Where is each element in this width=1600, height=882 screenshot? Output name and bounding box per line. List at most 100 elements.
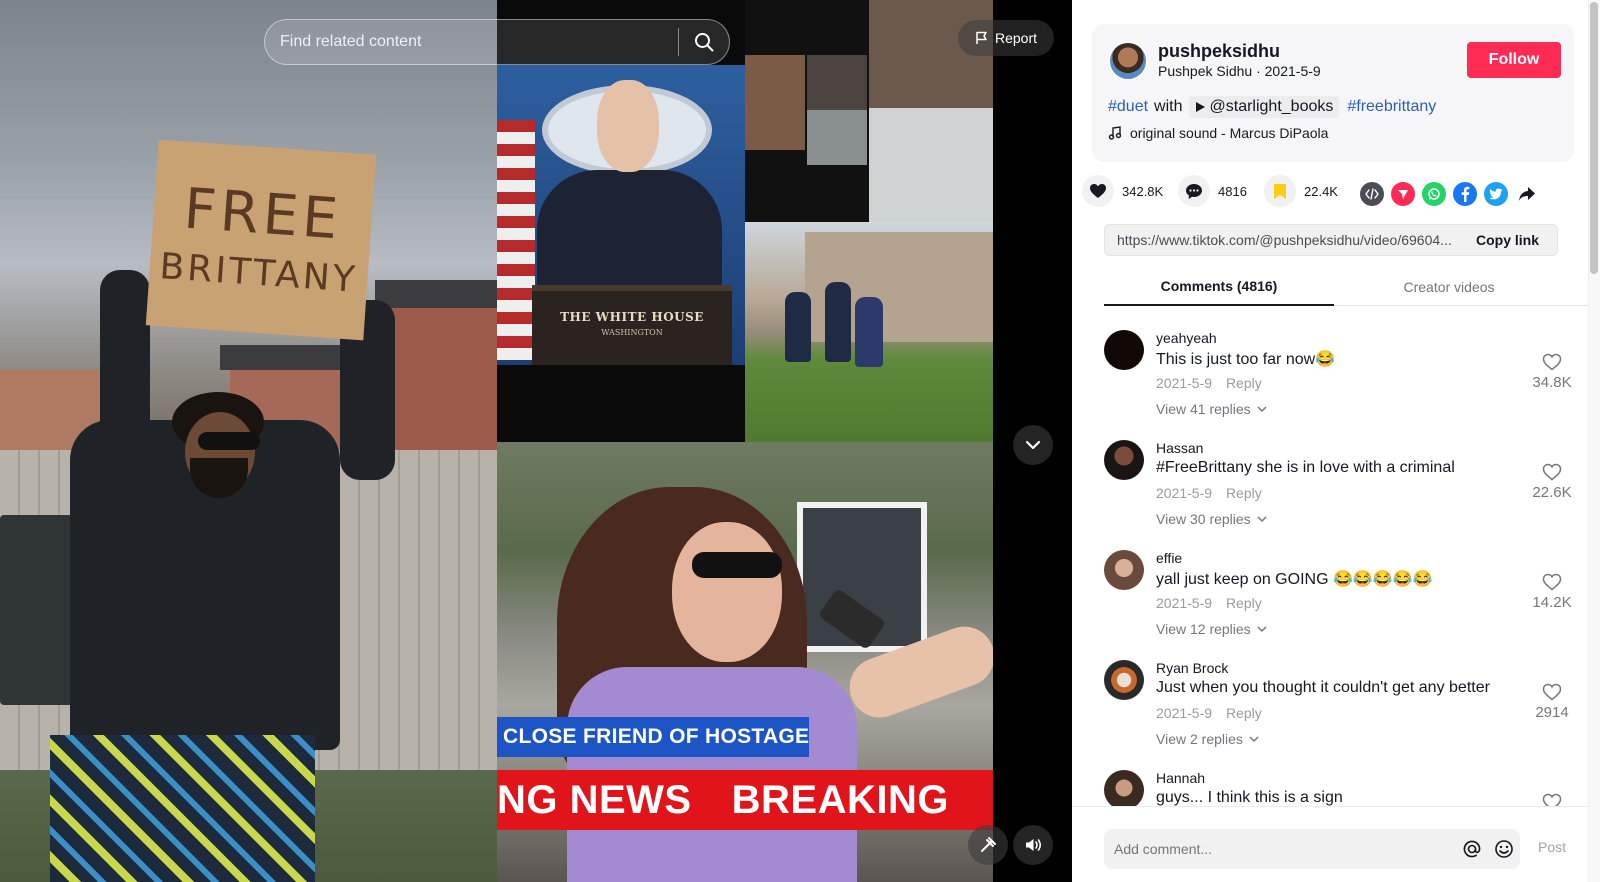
view-replies-label: View 12 replies [1156, 621, 1251, 637]
sidebar-scrollbar[interactable] [1588, 0, 1600, 882]
embed-button[interactable] [1360, 182, 1384, 206]
view-replies-button[interactable]: View 41 replies [1156, 401, 1267, 417]
send-to-friends-button[interactable] [1391, 182, 1415, 206]
meta-separator: · [1256, 63, 1265, 79]
at-sign-icon [1463, 840, 1481, 858]
embed-icon [1365, 188, 1379, 200]
like-count: 342.8K [1122, 183, 1164, 199]
video-panel-left: FREE BRITTANY [0, 0, 497, 882]
lawn-person [855, 297, 883, 367]
comment-item: Hassan #FreeBrittany she is in love with… [1104, 430, 1576, 530]
podium [532, 285, 732, 365]
comment-avatar[interactable] [1104, 770, 1144, 806]
video-info-card: pushpeksidhu Pushpek Sidhu · 2021-5-9 Fo… [1092, 24, 1574, 162]
heart-outline-icon [1542, 353, 1562, 371]
search-input[interactable] [265, 20, 678, 64]
emoji-button[interactable] [1488, 833, 1520, 865]
house-roof [375, 280, 497, 308]
comment-like-button[interactable]: 22.6K [1528, 463, 1576, 501]
tab-creator-videos[interactable]: Creator videos [1334, 268, 1564, 306]
report-button[interactable]: Report [958, 20, 1054, 56]
actions-row: 342.8K 4816 22.4K [1082, 175, 1562, 211]
video-link-url[interactable]: https://www.tiktok.com/@pushpeksidhu/vid… [1105, 232, 1458, 248]
comment-button[interactable] [1178, 175, 1210, 207]
chevron-down-icon [1257, 406, 1267, 413]
comment-item: Ryan Brock Just when you thought it coul… [1104, 650, 1576, 750]
reply-button[interactable]: Reply [1226, 485, 1262, 501]
facebook-share-button[interactable] [1453, 182, 1477, 206]
comment-text: yall just keep on GOING 😂😂😂😂😂 [1156, 571, 1433, 588]
comment-username[interactable]: effie [1156, 550, 1182, 566]
comment-like-button[interactable] [1528, 793, 1576, 806]
author-avatar[interactable] [1108, 41, 1148, 81]
search-bar [264, 19, 730, 65]
collage-tile [807, 55, 867, 110]
chyron-text: BREAKING [731, 777, 949, 822]
video-detail-sidebar: pushpeksidhu Pushpek Sidhu · 2021-5-9 Fo… [1072, 0, 1600, 882]
speaker-face [597, 80, 659, 172]
author-username[interactable]: pushpeksidhu [1158, 41, 1280, 62]
comment-username[interactable]: Ryan Brock [1156, 660, 1228, 676]
view-replies-label: View 41 replies [1156, 401, 1251, 417]
sign-text-line1: FREE [181, 176, 344, 252]
video-panel-lawn [745, 222, 993, 442]
search-icon [695, 33, 714, 52]
comment-meta: 2021-5-9 Reply [1156, 485, 1262, 501]
reply-button[interactable]: Reply [1226, 375, 1262, 391]
save-button[interactable] [1264, 175, 1296, 207]
hashtag-freebrittany[interactable]: #freebrittany [1347, 98, 1436, 116]
like-button[interactable] [1082, 175, 1114, 207]
view-replies-button[interactable]: View 12 replies [1156, 621, 1267, 637]
comment-avatar[interactable] [1104, 660, 1144, 700]
chevron-down-icon [1257, 626, 1267, 633]
comment-avatar[interactable] [1104, 550, 1144, 590]
post-comment-button[interactable]: Post [1538, 839, 1566, 855]
mention-button[interactable] [1456, 833, 1488, 865]
tab-comments[interactable]: Comments (4816) [1104, 268, 1334, 306]
hashtag-duet[interactable]: #duet [1108, 98, 1148, 116]
comment-text: This is just too far now😂 [1156, 351, 1336, 368]
comment-date: 2021-5-9 [1156, 485, 1213, 501]
comment-like-button[interactable]: 34.8K [1528, 353, 1576, 391]
heart-outline-icon [1542, 463, 1562, 481]
author-display-name: Pushpek Sidhu [1158, 63, 1253, 79]
floating-player-button[interactable] [968, 825, 1008, 865]
next-video-button[interactable] [1013, 425, 1053, 465]
view-replies-button[interactable]: View 30 replies [1156, 511, 1267, 527]
search-button[interactable] [679, 20, 729, 64]
copy-link-button[interactable]: Copy link [1458, 232, 1557, 248]
podium-subtext: WASHINGTON [601, 328, 663, 337]
comment-avatar[interactable] [1104, 440, 1144, 480]
sign-text-line2: BRITTANY [158, 245, 360, 301]
volume-button[interactable] [1013, 825, 1053, 865]
comment-like-button[interactable]: 2914 [1528, 683, 1576, 721]
view-replies-button[interactable]: View 2 replies [1156, 731, 1259, 747]
podium-text: THE WHITE HOUSE [560, 310, 704, 324]
follow-button[interactable]: Follow [1467, 42, 1561, 78]
comment-item: effie yall just keep on GOING 😂😂😂😂😂 2021… [1104, 540, 1576, 640]
video-panel-collage [745, 0, 993, 222]
video-player[interactable]: FREE BRITTANY THE WHITE HOUSE WASHINGTON [0, 0, 1072, 882]
comment-input[interactable] [1104, 841, 1456, 857]
comment-like-button[interactable]: 14.2K [1528, 573, 1576, 611]
whatsapp-share-button[interactable] [1422, 182, 1446, 206]
heart-outline-icon [1542, 683, 1562, 701]
chevron-down-icon [1257, 516, 1267, 523]
reply-button[interactable]: Reply [1226, 705, 1262, 721]
music-link[interactable]: original sound - Marcus DiPaola [1108, 125, 1328, 141]
duet-user-name: @starlight_books [1209, 98, 1334, 115]
more-share-button[interactable] [1515, 182, 1539, 206]
video-description: #duet with @starlight_books #freebrittan… [1108, 96, 1436, 118]
music-title: original sound - Marcus DiPaola [1130, 125, 1329, 141]
emoji-icon [1495, 840, 1513, 858]
duet-user-link[interactable]: @starlight_books [1188, 96, 1340, 118]
comment-avatar[interactable] [1104, 330, 1144, 370]
twitter-share-button[interactable] [1484, 182, 1508, 206]
bookmark-icon [1274, 183, 1286, 199]
person-arm [100, 270, 150, 450]
scrollbar-thumb[interactable] [1590, 2, 1598, 274]
comment-username[interactable]: Hannah [1156, 770, 1205, 786]
comment-username[interactable]: Hassan [1156, 440, 1203, 456]
comment-username[interactable]: yeahyeah [1156, 330, 1217, 346]
reply-button[interactable]: Reply [1226, 595, 1262, 611]
